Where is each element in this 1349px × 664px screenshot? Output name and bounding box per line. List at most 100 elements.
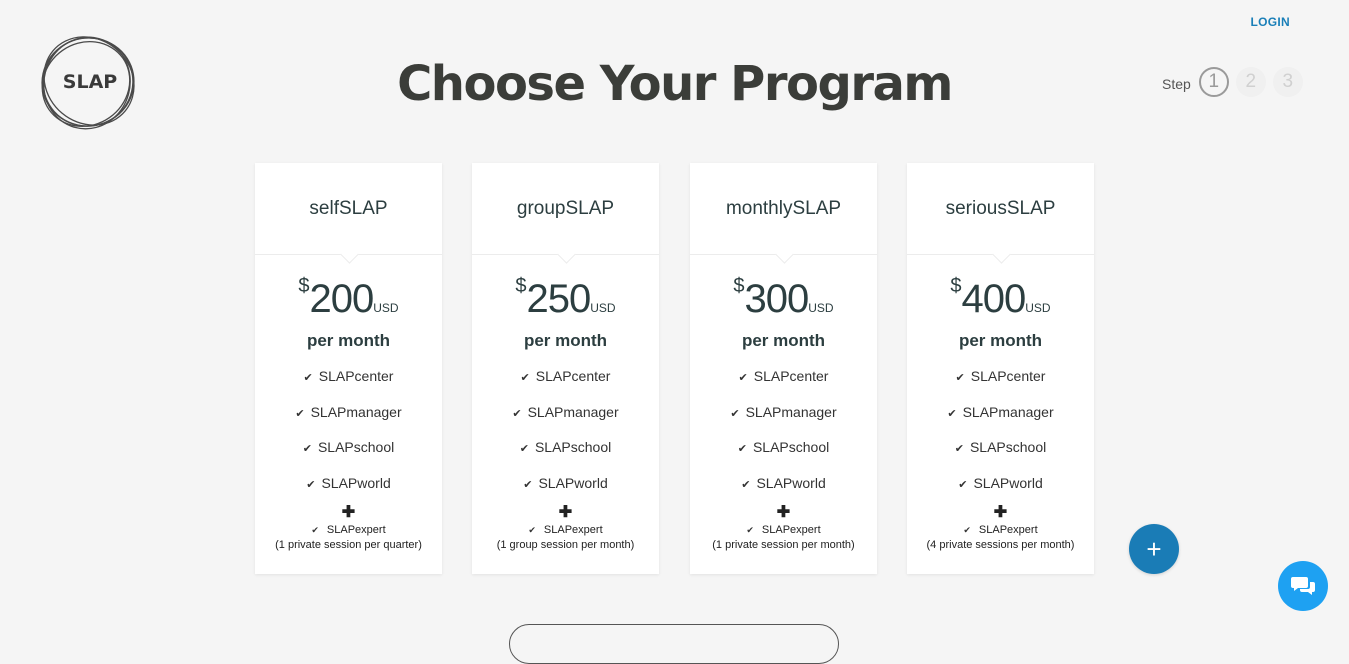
plus-icon: + — [1146, 533, 1162, 564]
currency-symbol: $ — [515, 275, 527, 297]
check-icon: ✔ — [730, 407, 740, 420]
feature-item: ✔ SLAPmanager — [907, 401, 1094, 437]
feature-label: SLAPschool — [752, 439, 830, 455]
feature-label: SLAPworld — [321, 474, 391, 491]
step-indicator: Step 1 2 3 — [1162, 67, 1310, 97]
check-icon: ✔ — [955, 372, 965, 384]
feature-item: ✔ SLAPschool — [690, 436, 877, 472]
check-icon: ✔ — [519, 443, 529, 455]
feature-item: ✔ SLAPworld — [907, 472, 1094, 508]
price-period: per month — [523, 331, 608, 350]
add-button[interactable]: + — [1129, 524, 1179, 574]
check-icon: ✔ — [738, 372, 748, 384]
feature-item: ✔ SLAPmanager — [690, 401, 877, 437]
feature-label: SLAPschool — [317, 439, 395, 455]
plan-card-seriousslap[interactable]: seriousSLAP $400USD per month ✔ SLAPcente… — [907, 163, 1094, 574]
step-2[interactable]: 2 — [1235, 67, 1266, 97]
feature-item: ✔ SLAPworld — [690, 472, 877, 508]
price-unit: USD — [373, 301, 399, 315]
feature-label: SLAPcenter — [753, 368, 829, 384]
check-icon: ✔ — [746, 525, 754, 535]
expert-note: (1 private session per month) — [712, 539, 855, 551]
check-icon: ✔ — [303, 372, 313, 384]
plus-icon: ✚ — [993, 504, 1008, 521]
feature-item: ✔ SLAPcenter — [690, 365, 877, 401]
chat-button[interactable] — [1278, 561, 1328, 611]
feature-item: ✔ SLAPschool — [907, 436, 1094, 472]
step-3[interactable]: 3 — [1272, 67, 1303, 97]
currency-symbol: $ — [733, 275, 745, 297]
check-icon: ✔ — [520, 372, 530, 384]
price-amount: 250 — [526, 277, 592, 321]
feature-list: ✔ SLAPcenter ✔ SLAPmanager ✔ SLAPschool ✔ SL… — [255, 365, 442, 507]
check-icon: ✔ — [954, 443, 964, 455]
login-link[interactable]: LOGIN — [1251, 15, 1291, 29]
plus-icon: ✚ — [776, 504, 791, 521]
feature-label: SLAPworld — [973, 474, 1043, 491]
check-icon: ✔ — [311, 525, 319, 535]
step-1[interactable]: 1 — [1198, 67, 1229, 97]
plus-icon: ✚ — [558, 504, 573, 521]
check-icon: ✔ — [306, 478, 316, 491]
expert-addon: ✔ SLAPexpert (1 private session per month… — [690, 523, 877, 553]
feature-item: ✔ SLAPworld — [472, 472, 659, 508]
check-icon: ✔ — [295, 407, 305, 420]
feature-item: ✔ SLAPschool — [472, 436, 659, 472]
expert-label: SLAPexpert — [326, 524, 386, 536]
expert-label: SLAPexpert — [543, 524, 603, 536]
check-icon: ✔ — [741, 478, 751, 491]
plus-icon: ✚ — [341, 504, 356, 521]
feature-list: ✔ SLAPcenter ✔ SLAPmanager ✔ SLAPschool ✔ SL… — [907, 365, 1094, 507]
expert-note: (1 private session per quarter) — [275, 539, 422, 551]
feature-label: SLAPmanager — [310, 403, 402, 420]
plan-name: monthlySLAP — [690, 163, 877, 255]
expert-addon: ✔ SLAPexpert (4 private sessions per mont… — [907, 523, 1094, 553]
feature-list: ✔ SLAPcenter ✔ SLAPmanager ✔ SLAPschool ✔ SL… — [472, 365, 659, 507]
feature-label: SLAPmanager — [745, 403, 837, 420]
check-icon: ✔ — [963, 525, 971, 535]
price-amount: 200 — [309, 277, 375, 321]
price-unit: USD — [590, 301, 616, 315]
plan-name: groupSLAP — [472, 163, 659, 255]
step-label: Step — [1162, 76, 1191, 92]
plan-card-selfslap[interactable]: selfSLAP $200USD per month ✔ SLAPcenter ✔… — [255, 163, 442, 574]
check-icon: ✔ — [958, 478, 968, 491]
price-period: per month — [741, 331, 826, 350]
feature-label: SLAPworld — [756, 474, 826, 491]
plan-price: $200USD — [255, 275, 442, 321]
price-unit: USD — [808, 301, 834, 315]
check-icon: ✔ — [947, 407, 957, 420]
feature-item: ✔ SLAPschool — [255, 436, 442, 472]
currency-symbol: $ — [298, 275, 310, 297]
check-icon: ✔ — [512, 407, 522, 420]
plan-card-groupslap[interactable]: groupSLAP $250USD per month ✔ SLAPcenter … — [472, 163, 659, 574]
check-icon: ✔ — [302, 443, 312, 455]
price-amount: 400 — [961, 277, 1027, 321]
page-title: Choose Your Program — [397, 56, 953, 112]
feature-item: ✔ SLAPworld — [255, 472, 442, 508]
chat-bubbles-icon — [1291, 577, 1315, 595]
plan-name: seriousSLAP — [907, 163, 1094, 255]
feature-item: ✔ SLAPcenter — [907, 365, 1094, 401]
feature-item: ✔ SLAPcenter — [255, 365, 442, 401]
check-icon: ✔ — [737, 443, 747, 455]
expert-note: (4 private sessions per month) — [926, 539, 1075, 551]
expert-label: SLAPexpert — [761, 524, 821, 536]
check-icon: ✔ — [523, 478, 533, 491]
price-unit: USD — [1025, 301, 1051, 315]
expert-label: SLAPexpert — [978, 524, 1038, 536]
check-icon: ✔ — [528, 525, 536, 535]
expert-addon: ✔ SLAPexpert (1 group session per month) — [472, 523, 659, 553]
feature-label: SLAPworld — [538, 474, 608, 491]
feature-item: ✔ SLAPcenter — [472, 365, 659, 401]
expert-note: (1 group session per month) — [496, 539, 635, 551]
price-period: per month — [958, 331, 1043, 350]
plan-name: selfSLAP — [255, 163, 442, 255]
feature-label: SLAPmanager — [527, 403, 619, 420]
plan-card-monthlyslap[interactable]: monthlySLAP $300USD per month ✔ SLAPcente… — [690, 163, 877, 574]
feature-label: SLAPschool — [969, 439, 1047, 455]
currency-symbol: $ — [950, 275, 962, 297]
expert-addon: ✔ SLAPexpert (1 private session per quart… — [255, 523, 442, 553]
continue-button[interactable] — [509, 624, 839, 664]
plan-price: $400USD — [907, 275, 1094, 321]
